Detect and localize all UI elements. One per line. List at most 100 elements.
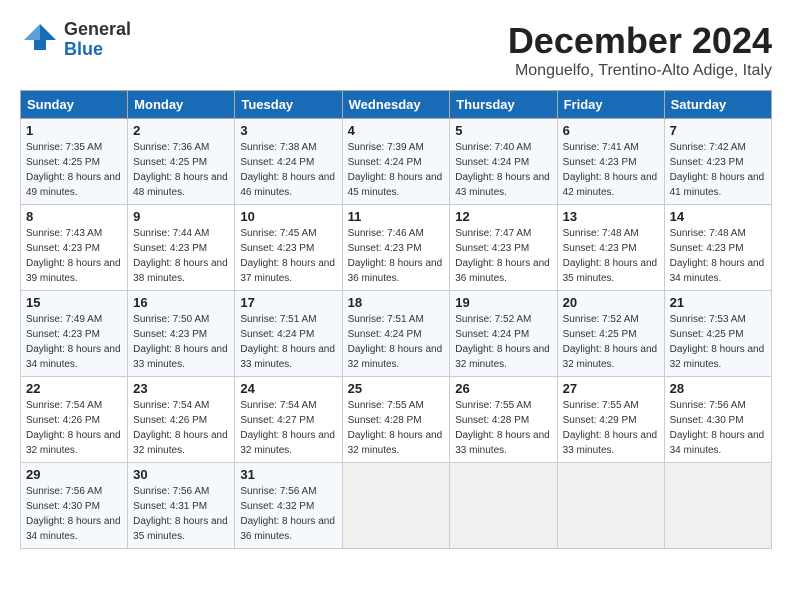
- day-number: 27: [563, 381, 659, 396]
- day-cell: 20 Sunrise: 7:52 AMSunset: 4:25 PMDayligh…: [557, 291, 664, 377]
- day-number: 15: [26, 295, 122, 310]
- day-info: Sunrise: 7:56 AMSunset: 4:32 PMDaylight:…: [240, 484, 336, 544]
- day-info: Sunrise: 7:51 AMSunset: 4:24 PMDaylight:…: [348, 312, 445, 372]
- day-cell: 16 Sunrise: 7:50 AMSunset: 4:23 PMDayligh…: [128, 291, 235, 377]
- day-cell: 26 Sunrise: 7:55 AMSunset: 4:28 PMDayligh…: [450, 377, 557, 463]
- day-cell: 1Sunrise: 7:35 AMSunset: 4:25 PMDaylight…: [21, 119, 128, 205]
- day-info: Sunrise: 7:56 AMSunset: 4:31 PMDaylight:…: [133, 484, 229, 544]
- day-number: 26: [455, 381, 551, 396]
- day-cell: 18 Sunrise: 7:51 AMSunset: 4:24 PMDayligh…: [342, 291, 450, 377]
- day-info: Sunrise: 7:54 AMSunset: 4:26 PMDaylight:…: [26, 398, 122, 458]
- day-info: Sunrise: 7:54 AMSunset: 4:27 PMDaylight:…: [240, 398, 336, 458]
- day-number: 12: [455, 209, 551, 224]
- day-header-wednesday: Wednesday: [342, 91, 450, 119]
- day-cell: [450, 463, 557, 549]
- day-cell: 7 Sunrise: 7:42 AMSunset: 4:23 PMDaylight…: [664, 119, 771, 205]
- day-number: 20: [563, 295, 659, 310]
- page-header: General Blue December 2024 Monguelfo, Tr…: [20, 20, 772, 80]
- day-cell: 25 Sunrise: 7:55 AMSunset: 4:28 PMDayligh…: [342, 377, 450, 463]
- week-row-5: 29Sunrise: 7:56 AMSunset: 4:30 PMDayligh…: [21, 463, 772, 549]
- day-number: 11: [348, 209, 445, 224]
- day-info: Sunrise: 7:45 AMSunset: 4:23 PMDaylight:…: [240, 226, 336, 286]
- calendar-table: SundayMondayTuesdayWednesdayThursdayFrid…: [20, 90, 772, 549]
- day-info: Sunrise: 7:56 AMSunset: 4:30 PMDaylight:…: [670, 398, 766, 458]
- day-number: 18: [348, 295, 445, 310]
- day-info: Sunrise: 7:48 AMSunset: 4:23 PMDaylight:…: [670, 226, 766, 286]
- day-cell: [664, 463, 771, 549]
- day-number: 19: [455, 295, 551, 310]
- month-title: December 2024: [508, 20, 772, 62]
- day-number: 22: [26, 381, 122, 396]
- day-cell: 15 Sunrise: 7:49 AMSunset: 4:23 PMDayligh…: [21, 291, 128, 377]
- day-number: 2: [133, 123, 229, 138]
- day-number: 23: [133, 381, 229, 396]
- logo-general-text: General: [64, 20, 131, 40]
- day-info: Sunrise: 7:40 AMSunset: 4:24 PMDaylight:…: [455, 140, 551, 200]
- day-cell: 2Sunrise: 7:36 AMSunset: 4:25 PMDaylight…: [128, 119, 235, 205]
- day-info: Sunrise: 7:52 AMSunset: 4:24 PMDaylight:…: [455, 312, 551, 372]
- day-number: 10: [240, 209, 336, 224]
- day-info: Sunrise: 7:51 AMSunset: 4:24 PMDaylight:…: [240, 312, 336, 372]
- week-row-1: 1Sunrise: 7:35 AMSunset: 4:25 PMDaylight…: [21, 119, 772, 205]
- day-cell: 3Sunrise: 7:38 AMSunset: 4:24 PMDaylight…: [235, 119, 342, 205]
- day-info: Sunrise: 7:55 AMSunset: 4:28 PMDaylight:…: [455, 398, 551, 458]
- day-number: 25: [348, 381, 445, 396]
- day-info: Sunrise: 7:55 AMSunset: 4:28 PMDaylight:…: [348, 398, 445, 458]
- day-info: Sunrise: 7:48 AMSunset: 4:23 PMDaylight:…: [563, 226, 659, 286]
- day-cell: 10 Sunrise: 7:45 AMSunset: 4:23 PMDayligh…: [235, 205, 342, 291]
- day-header-tuesday: Tuesday: [235, 91, 342, 119]
- day-info: Sunrise: 7:44 AMSunset: 4:23 PMDaylight:…: [133, 226, 229, 286]
- day-header-monday: Monday: [128, 91, 235, 119]
- day-number: 1: [26, 123, 122, 138]
- day-number: 7: [670, 123, 766, 138]
- day-info: Sunrise: 7:43 AMSunset: 4:23 PMDaylight:…: [26, 226, 122, 286]
- day-info: Sunrise: 7:50 AMSunset: 4:23 PMDaylight:…: [133, 312, 229, 372]
- day-number: 28: [670, 381, 766, 396]
- day-cell: 4 Sunrise: 7:39 AMSunset: 4:24 PMDaylight…: [342, 119, 450, 205]
- day-info: Sunrise: 7:52 AMSunset: 4:25 PMDaylight:…: [563, 312, 659, 372]
- day-cell: 30Sunrise: 7:56 AMSunset: 4:31 PMDayligh…: [128, 463, 235, 549]
- day-number: 4: [348, 123, 445, 138]
- day-number: 21: [670, 295, 766, 310]
- day-cell: 12 Sunrise: 7:47 AMSunset: 4:23 PMDayligh…: [450, 205, 557, 291]
- logo-words: General Blue: [64, 20, 131, 60]
- day-cell: 5Sunrise: 7:40 AMSunset: 4:24 PMDaylight…: [450, 119, 557, 205]
- day-cell: 9Sunrise: 7:44 AMSunset: 4:23 PMDaylight…: [128, 205, 235, 291]
- day-info: Sunrise: 7:53 AMSunset: 4:25 PMDaylight:…: [670, 312, 766, 372]
- day-header-friday: Friday: [557, 91, 664, 119]
- day-header-saturday: Saturday: [664, 91, 771, 119]
- day-number: 29: [26, 467, 122, 482]
- logo-blue-text: Blue: [64, 40, 131, 60]
- day-cell: 23 Sunrise: 7:54 AMSunset: 4:26 PMDayligh…: [128, 377, 235, 463]
- day-info: Sunrise: 7:49 AMSunset: 4:23 PMDaylight:…: [26, 312, 122, 372]
- day-number: 13: [563, 209, 659, 224]
- day-cell: 17 Sunrise: 7:51 AMSunset: 4:24 PMDayligh…: [235, 291, 342, 377]
- day-number: 17: [240, 295, 336, 310]
- day-number: 14: [670, 209, 766, 224]
- day-number: 6: [563, 123, 659, 138]
- day-info: Sunrise: 7:42 AMSunset: 4:23 PMDaylight:…: [670, 140, 766, 200]
- day-cell: 31 Sunrise: 7:56 AMSunset: 4:32 PMDayligh…: [235, 463, 342, 549]
- subtitle: Monguelfo, Trentino-Alto Adige, Italy: [508, 62, 772, 80]
- day-cell: 8Sunrise: 7:43 AMSunset: 4:23 PMDaylight…: [21, 205, 128, 291]
- day-cell: 6 Sunrise: 7:41 AMSunset: 4:23 PMDaylight…: [557, 119, 664, 205]
- day-info: Sunrise: 7:38 AMSunset: 4:24 PMDaylight:…: [240, 140, 336, 200]
- day-info: Sunrise: 7:54 AMSunset: 4:26 PMDaylight:…: [133, 398, 229, 458]
- logo: General Blue: [20, 20, 131, 60]
- week-row-4: 22 Sunrise: 7:54 AMSunset: 4:26 PMDayligh…: [21, 377, 772, 463]
- day-cell: 22 Sunrise: 7:54 AMSunset: 4:26 PMDayligh…: [21, 377, 128, 463]
- day-number: 16: [133, 295, 229, 310]
- day-info: Sunrise: 7:47 AMSunset: 4:23 PMDaylight:…: [455, 226, 551, 286]
- day-info: Sunrise: 7:41 AMSunset: 4:23 PMDaylight:…: [563, 140, 659, 200]
- day-info: Sunrise: 7:46 AMSunset: 4:23 PMDaylight:…: [348, 226, 445, 286]
- day-cell: 29Sunrise: 7:56 AMSunset: 4:30 PMDayligh…: [21, 463, 128, 549]
- day-cell: 21 Sunrise: 7:53 AMSunset: 4:25 PMDayligh…: [664, 291, 771, 377]
- day-info: Sunrise: 7:39 AMSunset: 4:24 PMDaylight:…: [348, 140, 445, 200]
- day-cell: 27Sunrise: 7:55 AMSunset: 4:29 PMDayligh…: [557, 377, 664, 463]
- day-number: 31: [240, 467, 336, 482]
- day-cell: [342, 463, 450, 549]
- day-header-thursday: Thursday: [450, 91, 557, 119]
- day-header-sunday: Sunday: [21, 91, 128, 119]
- title-area: December 2024 Monguelfo, Trentino-Alto A…: [508, 20, 772, 80]
- day-number: 24: [240, 381, 336, 396]
